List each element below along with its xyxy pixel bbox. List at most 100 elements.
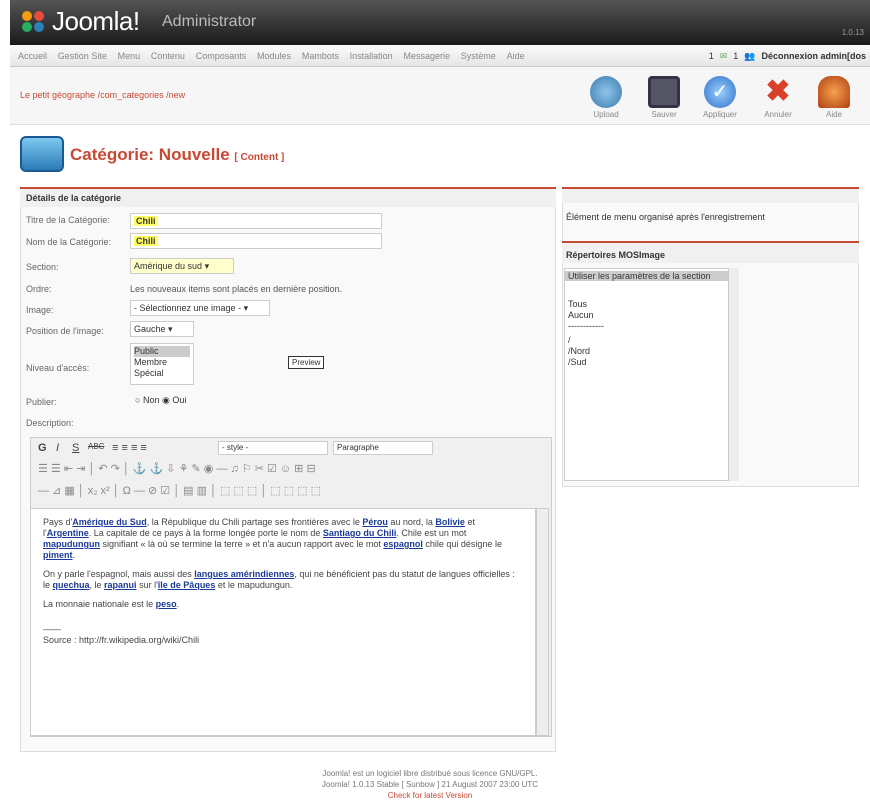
align-icons[interactable]: ≡ ≡ ≡ ≡ <box>112 442 147 454</box>
chevron-down-icon: ▾ <box>243 303 249 313</box>
link[interactable]: peso <box>156 599 177 609</box>
save-button[interactable]: Sauver <box>638 72 690 124</box>
footer-version: Joomla! 1.0.13 Stable [ Sunbow ] 21 Augu… <box>321 780 539 789</box>
menu-info-text: Élément de menu organisé après l'enregis… <box>566 212 765 222</box>
cancel-icon: ✖ <box>765 75 791 108</box>
joomla-logo-icon <box>22 11 44 32</box>
menu-item-modules[interactable]: Modules <box>257 45 291 67</box>
mosimage-option[interactable]: / <box>568 335 571 345</box>
menu-item-systeme[interactable]: Système <box>461 45 496 67</box>
link[interactable]: Amérique du Sud <box>72 517 147 527</box>
link[interactable]: piment <box>43 550 73 560</box>
order-text: Les nouveaux items sont placés en derniè… <box>130 284 343 294</box>
access-option-membre[interactable]: Membre <box>134 357 190 368</box>
description-label: Description: <box>26 418 74 428</box>
link[interactable]: Pérou <box>362 517 388 527</box>
cancel-button[interactable]: ✖ Annuler <box>752 72 804 124</box>
title-label: Titre de la Catégorie: <box>26 215 110 225</box>
list-toolbar-row[interactable]: ☰ ☰ ⇤ ⇥ │ ↶ ↷ │ ⚓ ⚓ ⇩ ⚘ ✎ ◉ — ♫ ⚐ ✂ ☑ ☺ … <box>38 462 316 475</box>
breadcrumb: Le petit géographe /com_categories /new <box>20 90 186 100</box>
style-select[interactable]: - style - <box>218 441 328 455</box>
italic-icon[interactable]: I <box>56 442 59 454</box>
chevron-down-icon: ▾ <box>168 324 173 334</box>
side-heading-top <box>562 187 859 203</box>
link[interactable]: Argentine <box>47 528 89 538</box>
image-select[interactable]: - Sélectionnez une image - ▾ <box>130 300 270 316</box>
mosimage-option[interactable]: Aucun <box>568 310 594 320</box>
link[interactable]: île de Pâques <box>158 580 216 590</box>
menu-status: 1 ✉ 1 👥 Déconnexion admin[dos <box>709 45 866 67</box>
page-title: Catégorie: Nouvelle [ Content ] <box>70 145 285 164</box>
mosimage-option[interactable]: Tous <box>568 299 587 309</box>
preview-button[interactable]: Preview <box>288 356 325 369</box>
users-icon[interactable]: 👥 <box>744 51 755 62</box>
link[interactable]: langues amérindiennes <box>194 569 294 579</box>
title-input[interactable]: Chili <box>130 213 382 229</box>
menu-item-mambots[interactable]: Mambots <box>302 45 339 67</box>
menu-item-menu[interactable]: Menu <box>118 45 141 67</box>
publish-label: Publier: <box>26 397 57 407</box>
help-button[interactable]: Aide <box>808 72 860 124</box>
page-subtitle: [ Content ] <box>234 152 285 163</box>
underline-icon[interactable]: S <box>72 442 79 454</box>
format-select[interactable]: Paragraphe <box>333 441 433 455</box>
menu-item-installation[interactable]: Installation <box>350 45 393 67</box>
link[interactable]: quechua <box>53 580 90 590</box>
name-input[interactable]: Chili <box>130 233 382 249</box>
image-position-label: Position de l'image: <box>26 326 104 336</box>
image-position-select[interactable]: Gauche ▾ <box>130 321 194 337</box>
radio-yes[interactable]: ◉ <box>162 395 170 405</box>
menu-item-composants[interactable]: Composants <box>196 45 247 67</box>
section-select[interactable]: Amérique du sud ▾ <box>130 258 234 274</box>
apply-icon: ✓ <box>704 76 736 108</box>
link[interactable]: Bolivie <box>435 517 465 527</box>
access-label: Niveau d'accès: <box>26 363 90 373</box>
mosimage-option[interactable]: /Nord <box>568 346 590 356</box>
menu-item-aide[interactable]: Aide <box>507 45 525 67</box>
publish-radios: ○ Non ◉ Oui <box>135 395 187 405</box>
access-list[interactable]: Public Membre Spécial <box>130 343 194 385</box>
bold-icon[interactable]: G <box>38 442 47 454</box>
admin-label: Administrator <box>162 13 257 30</box>
mosimage-heading: Répertoires MOSImage <box>562 241 859 263</box>
order-label: Ordre: <box>26 284 52 294</box>
check-version-link[interactable]: Check for latest Version <box>260 790 600 801</box>
link[interactable]: mapudungun <box>43 539 100 549</box>
section-label: Section: <box>26 262 59 272</box>
link[interactable]: espagnol <box>383 539 423 549</box>
source-text: Source : http://fr.wikipedia.org/wiki/Ch… <box>43 635 200 645</box>
upload-icon <box>590 76 622 108</box>
access-option-public[interactable]: Public <box>134 346 190 357</box>
radio-no[interactable]: ○ <box>135 395 140 405</box>
users-count: 1 <box>733 51 739 61</box>
upload-button[interactable]: Upload <box>580 72 632 124</box>
logout-link[interactable]: Déconnexion admin[dos <box>761 51 866 61</box>
mail-icon[interactable]: ✉ <box>720 51 728 62</box>
strike-icon[interactable]: ABC <box>88 442 104 451</box>
mosimage-option[interactable]: ------------ <box>568 321 604 331</box>
editor-content[interactable]: Pays d'Amérique du Sud, la République du… <box>30 508 536 736</box>
messages-count: 1 <box>708 51 714 61</box>
mosimage-option[interactable]: Utiliser les paramètres de la section <box>565 271 728 281</box>
link[interactable]: rapanui <box>104 580 137 590</box>
apply-button[interactable]: ✓ Appliquer <box>694 72 746 124</box>
mosimage-scrollbar[interactable] <box>728 268 739 481</box>
panel-heading: Détails de la catégorie <box>20 187 556 207</box>
menu-item-contenu[interactable]: Contenu <box>151 45 185 67</box>
editor-scrollbar[interactable] <box>536 508 549 736</box>
footer: Joomla! est un logiciel libre distribué … <box>260 768 600 801</box>
insert-toolbar-row[interactable]: — ⊿ ▦ │ x₂ x² │ Ω — ⊘ ☑ │ ▤ ▥ │ ⬚ ⬚ ⬚ │ … <box>38 484 321 497</box>
save-icon <box>648 76 680 108</box>
name-label: Nom de la Catégorie: <box>26 237 112 247</box>
mosimage-list[interactable]: Utiliser les paramètres de la section To… <box>564 268 739 481</box>
footer-license: Joomla! est un logiciel libre distribué … <box>322 769 538 778</box>
menu-item-gestion-site[interactable]: Gestion Site <box>58 45 107 67</box>
menu-item-messagerie[interactable]: Messagerie <box>403 45 450 67</box>
link[interactable]: Santiago du Chili <box>323 528 397 538</box>
access-option-special[interactable]: Spécial <box>134 368 190 379</box>
mosimage-option[interactable]: /Sud <box>568 357 587 367</box>
logo-text: Joomla! <box>52 6 140 36</box>
image-label: Image: <box>26 305 54 315</box>
version-label: 1.0.13 <box>841 28 864 37</box>
menu-item-accueil[interactable]: Accueil <box>18 45 47 67</box>
